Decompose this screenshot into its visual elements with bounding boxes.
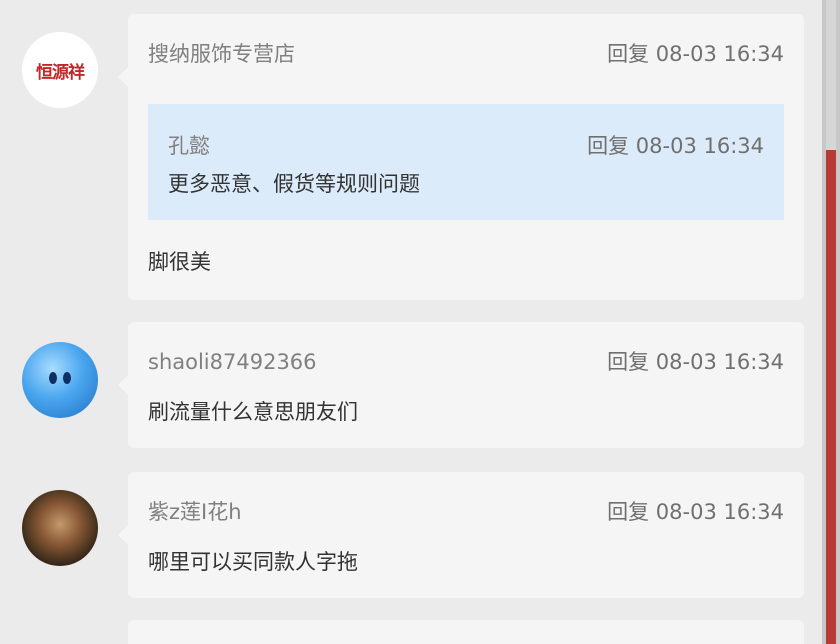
comment-username[interactable]: 搜纳服饰专营店: [148, 40, 295, 68]
comment-header: 搜纳服饰专营店 回复 08-03 16:34: [148, 40, 784, 68]
comment-text: 刷流量什么意思朋友们: [148, 400, 358, 424]
comment-list-page: 恒源祥 搜纳服饰专营店 回复 08-03 16:34 孔懿 回复 08-03 1…: [0, 0, 840, 644]
comment-username[interactable]: shaoli87492366: [148, 348, 317, 376]
quoted-text: 更多恶意、假货等规则问题: [168, 172, 420, 196]
comment-card: shaoli87492366 回复 08-03 16:34 刷流量什么意思朋友们: [128, 322, 804, 448]
comment-meta: 回复 08-03 16:34: [607, 348, 784, 376]
avatar[interactable]: 恒源祥: [22, 32, 98, 108]
quoted-comment: 孔懿 回复 08-03 16:34 更多恶意、假货等规则问题: [148, 104, 784, 220]
comment-meta: 回复 08-03 16:34: [607, 40, 784, 68]
quoted-meta: 回复 08-03 16:34: [587, 132, 764, 160]
comment-card: 紫z莲I花h 回复 08-03 16:34 哪里可以买同款人字拖: [128, 472, 804, 598]
avatar-eye: [63, 372, 71, 384]
quoted-time: 08-03 16:34: [635, 134, 764, 158]
scrollbar-thumb[interactable]: [826, 0, 836, 150]
comment-time: 08-03 16:34: [655, 42, 784, 66]
comment-time: 08-03 16:34: [655, 350, 784, 374]
comment-card: 搜纳服饰专营店 回复 08-03 16:34 孔懿 回复 08-03 16:34…: [128, 14, 804, 300]
scrollbar[interactable]: [822, 0, 840, 644]
quoted-reply-link[interactable]: 回复: [587, 134, 629, 158]
comment-header: 紫z莲I花h 回复 08-03 16:34: [148, 498, 784, 526]
avatar-logo-text: 恒源祥: [36, 62, 85, 83]
comment-card: [128, 620, 804, 644]
quoted-comment-header: 孔懿 回复 08-03 16:34: [168, 132, 764, 160]
quoted-username[interactable]: 孔懿: [168, 132, 210, 160]
reply-link[interactable]: 回复: [607, 500, 649, 524]
comment-text: 哪里可以买同款人字拖: [148, 550, 358, 574]
comment-text: 脚很美: [148, 250, 211, 274]
avatar[interactable]: [22, 342, 98, 418]
comment-meta: 回复 08-03 16:34: [607, 498, 784, 526]
avatar[interactable]: [22, 490, 98, 566]
comment-time: 08-03 16:34: [655, 500, 784, 524]
reply-link[interactable]: 回复: [607, 350, 649, 374]
comment-username[interactable]: 紫z莲I花h: [148, 498, 242, 526]
reply-link[interactable]: 回复: [607, 42, 649, 66]
avatar-eye: [49, 372, 57, 384]
comment-header: shaoli87492366 回复 08-03 16:34: [148, 348, 784, 376]
